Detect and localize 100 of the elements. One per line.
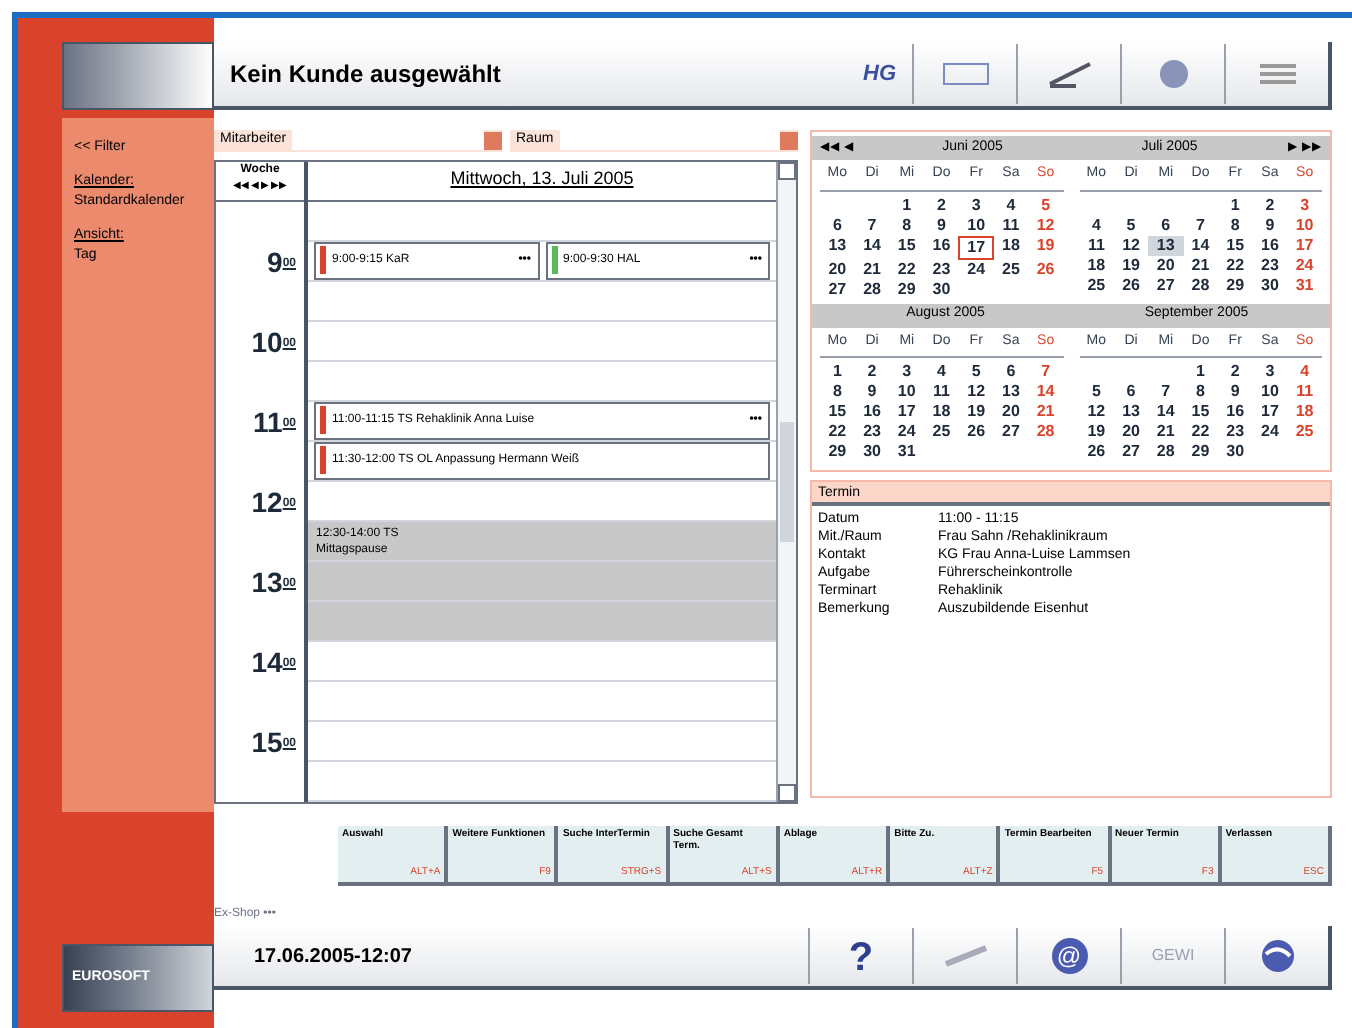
- calendar-day[interactable]: 6: [1148, 215, 1184, 235]
- calendar-day[interactable]: 20: [820, 259, 855, 279]
- calendar-day[interactable]: 7: [854, 215, 890, 235]
- calendar-day[interactable]: 26: [1028, 259, 1063, 279]
- calendar-day[interactable]: 14: [1028, 382, 1063, 402]
- calendar-day[interactable]: 12: [1028, 215, 1063, 235]
- calendar-day[interactable]: 29: [889, 279, 925, 299]
- calendar-day[interactable]: 18: [1079, 255, 1114, 275]
- calendar-day[interactable]: 22: [1183, 422, 1218, 442]
- calendar-day[interactable]: 25: [993, 259, 1029, 279]
- calendar-day[interactable]: 11: [924, 382, 959, 402]
- calendar-day[interactable]: 12: [1113, 235, 1149, 255]
- calendar-day[interactable]: 6: [820, 215, 855, 235]
- calendar-day[interactable]: 13: [993, 382, 1029, 402]
- calendar-day[interactable]: 22: [1217, 255, 1253, 275]
- calendar-day[interactable]: 30: [1252, 275, 1288, 295]
- calendar-day[interactable]: 14: [854, 235, 890, 259]
- time-slot[interactable]: [308, 201, 776, 241]
- calendar-day[interactable]: 14: [1183, 235, 1218, 255]
- calendar-day[interactable]: 24: [958, 259, 994, 279]
- calendar-day[interactable]: 27: [1148, 275, 1184, 295]
- calendar-day[interactable]: 11: [1079, 235, 1114, 255]
- calendar-day[interactable]: 27: [820, 279, 855, 299]
- calendar-day[interactable]: 30: [854, 442, 890, 462]
- calendar-day[interactable]: 3: [889, 362, 925, 382]
- calendar-day[interactable]: 20: [1148, 255, 1184, 275]
- calendar-day[interactable]: 7: [1183, 215, 1218, 235]
- calendar-day[interactable]: 26: [1079, 442, 1114, 462]
- help-button[interactable]: ?: [808, 928, 912, 984]
- calendar-day[interactable]: 16: [924, 235, 959, 259]
- calendar-day[interactable]: 28: [1148, 442, 1184, 462]
- calendar-day[interactable]: 27: [1113, 442, 1149, 462]
- scrollbar[interactable]: [776, 161, 796, 801]
- calendar-day[interactable]: 29: [1217, 275, 1253, 295]
- calendar-day[interactable]: 26: [958, 422, 994, 442]
- calendar-day[interactable]: 13: [820, 235, 855, 259]
- calendar-day[interactable]: 11: [993, 215, 1029, 235]
- calendar-day[interactable]: 4: [1287, 362, 1322, 382]
- calendar-day[interactable]: 2: [924, 195, 959, 215]
- calendar-day[interactable]: 23: [854, 422, 890, 442]
- calendar-day[interactable]: 8: [1217, 215, 1253, 235]
- calendar-day[interactable]: 11: [1287, 382, 1322, 402]
- calendar-day[interactable]: 5: [1028, 195, 1063, 215]
- calendar-day[interactable]: 4: [924, 362, 959, 382]
- calendar-day[interactable]: 23: [924, 259, 959, 279]
- calendar-day[interactable]: 18: [993, 235, 1029, 259]
- calendar-day[interactable]: 16: [854, 402, 890, 422]
- calendar-day[interactable]: 25: [924, 422, 959, 442]
- calendar-day[interactable]: 23: [1217, 422, 1253, 442]
- calendar-day[interactable]: 9: [1252, 215, 1288, 235]
- calendar-day[interactable]: 13: [1148, 235, 1184, 255]
- calendar-day[interactable]: 17: [958, 235, 994, 259]
- filter-field[interactable]: [292, 130, 484, 151]
- calendar-day[interactable]: 17: [889, 402, 925, 422]
- calendar-day[interactable]: 17: [1252, 402, 1288, 422]
- calendar-day[interactable]: 13: [1113, 402, 1149, 422]
- filter-field[interactable]: [559, 130, 780, 151]
- calendar-day[interactable]: 7: [1148, 382, 1184, 402]
- calendar-day[interactable]: 7: [1028, 362, 1063, 382]
- calendar-day[interactable]: 12: [1079, 402, 1114, 422]
- calendar-day[interactable]: 2: [1217, 362, 1253, 382]
- dropdown-button[interactable]: [780, 131, 798, 150]
- calendar-day[interactable]: 6: [1113, 382, 1149, 402]
- calendar-day[interactable]: 31: [889, 442, 925, 462]
- calendar-day[interactable]: 30: [924, 279, 959, 299]
- calendar-day[interactable]: 1: [889, 195, 925, 215]
- calendar-day[interactable]: 21: [1028, 402, 1063, 422]
- calendar-day[interactable]: 1: [1217, 195, 1253, 215]
- calendar-day[interactable]: 10: [1252, 382, 1288, 402]
- calendar-day[interactable]: 18: [1287, 402, 1322, 422]
- calendar-day[interactable]: 21: [1148, 422, 1184, 442]
- calendar-day[interactable]: 9: [1217, 382, 1253, 402]
- dropdown-button[interactable]: [484, 131, 502, 150]
- calendar-day[interactable]: 30: [1217, 442, 1253, 462]
- calendar-day[interactable]: 3: [1287, 195, 1322, 215]
- calendar-day[interactable]: 22: [820, 422, 855, 442]
- calendar-day[interactable]: 6: [993, 362, 1029, 382]
- calendar-day[interactable]: 3: [958, 195, 994, 215]
- calendar-day[interactable]: 1: [1183, 362, 1218, 382]
- calendar-day[interactable]: 29: [1183, 442, 1218, 462]
- calendar-day[interactable]: 8: [889, 215, 925, 235]
- calendar-day[interactable]: 23: [1252, 255, 1288, 275]
- calendar-day[interactable]: 25: [1079, 275, 1114, 295]
- calendar-day[interactable]: 12: [958, 382, 994, 402]
- calendar-day[interactable]: 20: [993, 402, 1029, 422]
- calendar-day[interactable]: 19: [1079, 422, 1114, 442]
- calendar-day[interactable]: 2: [1252, 195, 1288, 215]
- calendar-day[interactable]: 25: [1287, 422, 1322, 442]
- calendar-day[interactable]: 10: [958, 215, 994, 235]
- calendar-day[interactable]: 16: [1217, 402, 1253, 422]
- calendar-day[interactable]: 27: [993, 422, 1029, 442]
- calendar-day[interactable]: 8: [1183, 382, 1218, 402]
- calendar-day[interactable]: 10: [889, 382, 925, 402]
- calendar-day[interactable]: 22: [889, 259, 925, 279]
- calendar-day[interactable]: 8: [820, 382, 855, 402]
- calendar-day[interactable]: 18: [924, 402, 959, 422]
- calendar-day[interactable]: 31: [1287, 275, 1322, 295]
- calendar-day[interactable]: 16: [1252, 235, 1288, 255]
- calendar-day[interactable]: 9: [924, 215, 959, 235]
- email-button[interactable]: @: [1016, 928, 1120, 984]
